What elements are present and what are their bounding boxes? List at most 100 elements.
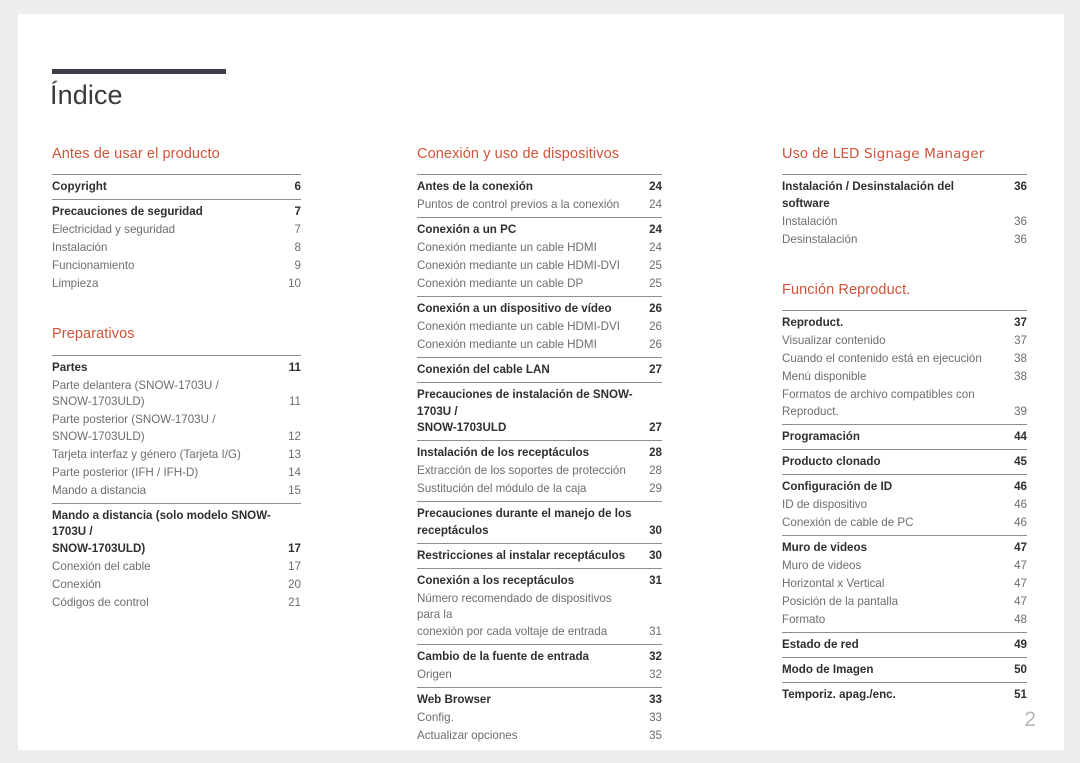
toc-entry-label: Formato (782, 612, 826, 626)
toc-entry[interactable]: Programación 44 (782, 428, 1027, 446)
toc-entry[interactable]: Horizontal x Vertical 47 (782, 575, 1027, 593)
toc-entry[interactable]: Config. 33 (417, 709, 662, 727)
toc-entry[interactable]: Conexión mediante un cable HDMI 26 (417, 336, 662, 354)
toc-entry[interactable]: Precauciones de instalación de SNOW-1703… (417, 386, 662, 437)
toc-entry-page-number: 46 (1014, 497, 1027, 511)
toc-entry[interactable]: Conexión a un PC 24 (417, 221, 662, 239)
toc-entry-page-number: 10 (288, 277, 301, 291)
toc-entry[interactable]: Antes de la conexión 24 (417, 178, 662, 196)
toc-entry[interactable]: Parte posterior (IFH / IFH-D) 14 (52, 464, 301, 482)
toc-entry[interactable]: Conexión a los receptáculos 31 (417, 572, 662, 590)
toc-entry[interactable]: Parte posterior (SNOW-1703U / SNOW-1703U… (52, 411, 301, 446)
toc-entry[interactable]: Restricciones al instalar receptáculos 30 (417, 547, 662, 565)
toc-entry-label: Conexión (52, 577, 101, 591)
toc-entry[interactable]: Muro de videos 47 (782, 539, 1027, 557)
toc-entry[interactable]: Instalación 8 (52, 239, 301, 257)
toc-entry-page-number: 27 (649, 363, 662, 377)
toc-entry[interactable]: Formatos de archivo compatibles con Repr… (782, 386, 1027, 421)
toc-entry[interactable]: Instalación de los receptáculos 28 (417, 444, 662, 462)
toc-entry[interactable]: Electricidad y seguridad 7 (52, 221, 301, 239)
toc-entry[interactable]: Instalación 36 (782, 213, 1027, 231)
toc-entry[interactable]: Limpieza 10 (52, 275, 301, 293)
toc-entry-label: Puntos de control previos a la conexión (417, 198, 620, 212)
toc-entry[interactable]: Extracción de los soportes de protección… (417, 462, 662, 480)
toc-entry[interactable]: Temporiz. apag./enc. 51 (782, 686, 1027, 704)
toc-entry[interactable]: Configuración de ID 46 (782, 478, 1027, 496)
toc-entry-page-number: 33 (649, 710, 662, 724)
toc-section: Antes de usar el producto Copyright 6 Preca… (52, 146, 301, 293)
toc-entry[interactable]: Mando a distancia (solo modelo SNOW-1703… (52, 507, 301, 558)
page-title: Índice (50, 80, 123, 110)
toc-entry-page-number: 25 (649, 259, 662, 273)
section-heading: Conexión y uso de dispositivos (417, 146, 662, 163)
toc-entry-page-number: 15 (288, 483, 301, 497)
toc-entry[interactable]: Conexión del cable 17 (52, 558, 301, 576)
toc-entry[interactable]: Conexión del cable LAN 27 (417, 361, 662, 379)
toc-group: Cambio de la fuente de entrada 32 Origen 32 (417, 643, 662, 687)
toc-entry-page-number: 26 (649, 302, 662, 316)
toc-entry[interactable]: ID de dispositivo 46 (782, 496, 1027, 514)
toc-entry[interactable]: Puntos de control previos a la conexión 2… (417, 196, 662, 214)
toc-entry-label: Precauciones durante el manejo de los re… (417, 507, 632, 537)
toc-entry[interactable]: Modo de Imagen 50 (782, 661, 1027, 679)
toc-entry[interactable]: Partes 11 (52, 359, 301, 377)
toc-entry-page-number: 36 (1014, 214, 1027, 228)
toc-entry-label: Parte delantera (SNOW-1703U / SNOW-1703U… (52, 378, 219, 409)
toc-entry[interactable]: Posición de la pantalla 47 (782, 593, 1027, 611)
toc-entry-page-number: 8 (294, 241, 301, 255)
toc-entry[interactable]: Actualizar opciones 35 (417, 727, 662, 745)
toc-entry[interactable]: Desinstalación 36 (782, 231, 1027, 249)
toc-entry[interactable]: Conexión mediante un cable DP 25 (417, 275, 662, 293)
toc-group: Copyright 6 (52, 174, 301, 199)
toc-entry-label: Temporiz. apag./enc. (782, 687, 896, 701)
toc-entry[interactable]: Conexión mediante un cable HDMI-DVI 25 (417, 257, 662, 275)
section-heading-part: Preparativos (52, 326, 135, 343)
toc-entry[interactable]: Precauciones durante el manejo de los re… (417, 505, 662, 540)
toc-entry[interactable]: Visualizar contenido 37 (782, 332, 1027, 350)
toc-entry-label: Copyright (52, 180, 107, 194)
toc-entry-page-number: 17 (288, 559, 301, 573)
toc-entry[interactable]: Instalación / Desinstalación del softwar… (782, 178, 1027, 213)
toc-entry[interactable]: Número recomendado de dispositivos para … (417, 590, 662, 641)
section-heading: Uso de LED Signage Manager (782, 146, 1027, 163)
toc-entry-label: Menú disponible (782, 370, 867, 384)
toc-entry[interactable]: Formato 48 (782, 611, 1027, 629)
toc-entry-page-number: 14 (288, 465, 301, 479)
toc-entry[interactable]: Producto clonado 45 (782, 453, 1027, 471)
toc-entry-label: Conexión mediante un cable HDMI-DVI (417, 320, 620, 334)
toc-entry[interactable]: Origen 32 (417, 666, 662, 684)
toc-entry[interactable]: Sustitución del módulo de la caja 29 (417, 480, 662, 498)
toc-entry[interactable]: Cuando el contenido está en ejecución 38 (782, 350, 1027, 368)
toc-entry-page-number: 31 (649, 624, 662, 638)
toc-group: Muro de videos 47 Muro de videos 47 Horizont… (782, 534, 1027, 632)
toc-entry[interactable]: Web Browser 33 (417, 691, 662, 709)
toc-entry-page-number: 30 (649, 548, 662, 562)
toc-entry[interactable]: Tarjeta interfaz y género (Tarjeta I/G) 1… (52, 446, 301, 464)
toc-entry[interactable]: Menú disponible 38 (782, 368, 1027, 386)
toc-entry[interactable]: Conexión mediante un cable HDMI 24 (417, 239, 662, 257)
toc-entry[interactable]: Muro de videos 47 (782, 557, 1027, 575)
toc-entry[interactable]: Precauciones de seguridad 7 (52, 203, 301, 221)
toc-entry[interactable]: Conexión mediante un cable HDMI-DVI 26 (417, 318, 662, 336)
toc-entry-label: ID de dispositivo (782, 497, 868, 511)
toc-entry[interactable]: Estado de red 49 (782, 636, 1027, 654)
toc-entry-page-number: 24 (649, 198, 662, 212)
toc-entry[interactable]: Mando a distancia 15 (52, 482, 301, 500)
toc-entry-page-number: 38 (1014, 370, 1027, 384)
section-heading: Antes de usar el producto (52, 146, 301, 163)
toc-entry[interactable]: Copyright 6 (52, 178, 301, 196)
toc-entry[interactable]: Parte delantera (SNOW-1703U / SNOW-1703U… (52, 377, 301, 412)
section-heading-part: LED Signage Manager (832, 146, 985, 162)
toc-entry-label: Estado de red (782, 637, 859, 651)
toc-entry[interactable]: Cambio de la fuente de entrada 32 (417, 648, 662, 666)
toc-entry-page-number: 7 (294, 205, 301, 219)
toc-entry[interactable]: Reproduct. 37 (782, 314, 1027, 332)
toc-group: Instalación de los receptáculos 28 Extracc… (417, 440, 662, 501)
toc-entry[interactable]: Funcionamiento 9 (52, 257, 301, 275)
toc-entry[interactable]: Conexión a un dispositivo de vídeo 26 (417, 300, 662, 318)
toc-entry[interactable]: Conexión 20 (52, 576, 301, 594)
toc-entry[interactable]: Códigos de control 21 (52, 594, 301, 612)
toc-entry-label: Partes (52, 360, 88, 374)
toc-entry[interactable]: Conexión de cable de PC 46 (782, 514, 1027, 532)
toc-entry-page-number: 38 (1014, 352, 1027, 366)
